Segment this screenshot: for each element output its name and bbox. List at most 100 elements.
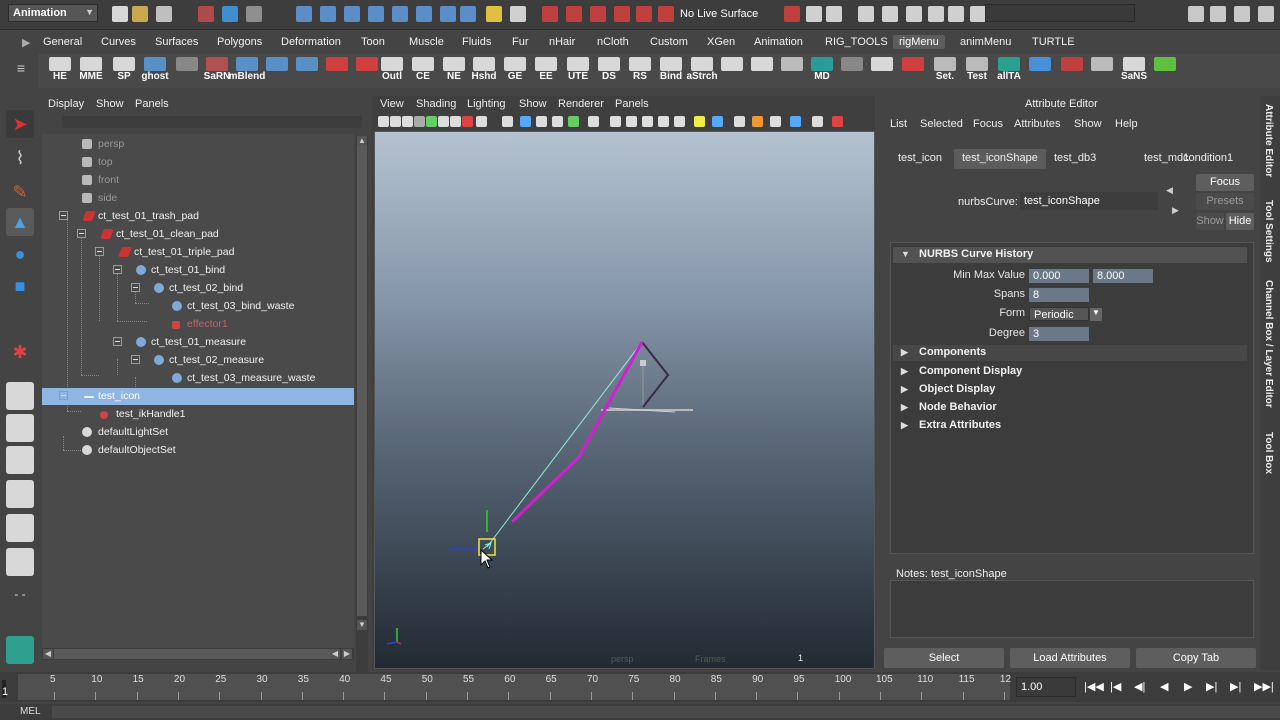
shelf-tab-polygons[interactable]: Polygons bbox=[217, 36, 262, 48]
section-nurbs-curve-history[interactable]: ▼ NURBS Curve History bbox=[893, 247, 1247, 263]
select-component-icon[interactable] bbox=[246, 6, 262, 22]
input-line-icon[interactable] bbox=[970, 6, 986, 22]
degree-field[interactable]: 3 bbox=[1029, 327, 1089, 341]
play-backwards-icon[interactable]: ◀ bbox=[1160, 680, 1168, 693]
viewport-toolbar-icon[interactable] bbox=[568, 116, 579, 127]
hide-button[interactable]: Hide bbox=[1226, 213, 1254, 230]
ae-menu-show[interactable]: Show bbox=[1074, 118, 1102, 130]
render-icon[interactable] bbox=[440, 6, 456, 22]
shelf-button-mblend[interactable]: mBlend bbox=[229, 56, 265, 86]
show-button[interactable]: Show bbox=[1196, 213, 1224, 230]
viewport-toolbar-icon[interactable] bbox=[642, 116, 653, 127]
shelf-button-outl[interactable]: Outl bbox=[378, 56, 406, 86]
shelf-tab-curves[interactable]: Curves bbox=[101, 36, 136, 48]
shelf-menu-icon[interactable]: ≡ bbox=[10, 60, 32, 82]
save-scene-icon[interactable] bbox=[156, 6, 172, 22]
shelf-tab-xgen[interactable]: XGen bbox=[707, 36, 735, 48]
select-hierarchy-icon[interactable] bbox=[198, 6, 214, 22]
render-settings-icon[interactable] bbox=[858, 6, 874, 22]
shelf-button-he[interactable]: HE bbox=[46, 56, 74, 86]
layout-icon[interactable] bbox=[1188, 6, 1204, 22]
viewport-toolbar-icon[interactable] bbox=[438, 116, 449, 127]
shelf-button-icon[interactable] bbox=[1058, 56, 1086, 86]
camera-icon[interactable] bbox=[510, 6, 526, 22]
layout-single-icon[interactable] bbox=[1210, 6, 1226, 22]
layout-more-icon[interactable]: - - bbox=[6, 580, 34, 608]
layout-four-pane-icon[interactable] bbox=[6, 414, 34, 442]
side-tab-tool-box[interactable]: Tool Box bbox=[1263, 432, 1274, 474]
rotate-tool-icon[interactable]: ● bbox=[6, 240, 34, 268]
shelf-button-icon[interactable] bbox=[263, 56, 291, 86]
layout-outliner-icon[interactable] bbox=[6, 446, 34, 474]
viewport-toolbar-icon[interactable] bbox=[462, 116, 473, 127]
new-scene-icon[interactable] bbox=[112, 6, 128, 22]
render-view-icon[interactable] bbox=[784, 6, 800, 22]
time-slider-track[interactable]: 5 10 15 20 25 30 35 40 45 50 55 60 65 70 75 80 85 90 95 100… bbox=[18, 674, 1011, 700]
shelf-button-test[interactable]: Test bbox=[963, 56, 991, 86]
section-component-display[interactable]: ▶ Component Display bbox=[893, 364, 1247, 380]
shelf-button-icon[interactable] bbox=[293, 56, 321, 86]
outliner-filter-field[interactable] bbox=[62, 116, 362, 128]
history-icon[interactable] bbox=[392, 6, 408, 22]
scrollbar-thumb[interactable] bbox=[357, 146, 367, 616]
shelf-button-icon[interactable] bbox=[718, 56, 746, 86]
channel-box-toggle-icon[interactable] bbox=[928, 6, 944, 22]
nurbs-curve-name-field[interactable]: test_iconShape bbox=[1020, 192, 1158, 210]
scroll-down-icon[interactable]: ▼ bbox=[357, 620, 367, 630]
go-to-start-icon[interactable]: |◀◀ bbox=[1084, 680, 1104, 693]
list-item[interactable]: ct_test_03_measure_waste bbox=[42, 370, 354, 387]
list-item[interactable]: ct_test_02_measure bbox=[42, 352, 354, 369]
shelf-button-sp[interactable]: SP bbox=[110, 56, 138, 86]
shelf-button-sans[interactable]: SaNS bbox=[1120, 56, 1148, 86]
outliner-menu-show[interactable]: Show bbox=[96, 98, 124, 110]
viewport-toolbar-icon[interactable] bbox=[536, 116, 547, 127]
shelf-button-rs[interactable]: RS bbox=[626, 56, 654, 86]
shelf-tab-surfaces[interactable]: Surfaces bbox=[155, 36, 198, 48]
notes-field[interactable] bbox=[890, 580, 1254, 638]
form-dropdown[interactable]: Periodic ▼ bbox=[1029, 307, 1102, 321]
list-item[interactable]: ct_test_01_measure bbox=[42, 334, 354, 351]
scroll-left-icon[interactable]: ◀ bbox=[43, 649, 53, 659]
shelf-button-icon[interactable] bbox=[748, 56, 776, 86]
list-item[interactable]: persp bbox=[42, 136, 354, 153]
shelf-button-ge[interactable]: GE bbox=[501, 56, 529, 86]
viewport-menu-view[interactable]: View bbox=[380, 98, 404, 110]
viewport-toolbar-icon[interactable] bbox=[712, 116, 723, 127]
shelf-tab-toon[interactable]: Toon bbox=[361, 36, 385, 48]
shelf-button-icon[interactable] bbox=[868, 56, 896, 86]
shelf-button-hshd[interactable]: Hshd bbox=[470, 56, 498, 86]
viewport-toolbar-icon[interactable] bbox=[626, 116, 637, 127]
viewport-toolbar-icon[interactable] bbox=[610, 116, 621, 127]
collapse-icon[interactable] bbox=[131, 283, 140, 292]
list-item[interactable]: effector1 bbox=[42, 316, 354, 333]
shelf-button-icon[interactable] bbox=[1026, 56, 1054, 86]
shelf-button-ghost[interactable]: ghost bbox=[141, 56, 169, 86]
collapse-icon[interactable] bbox=[59, 211, 68, 220]
viewport-toolbar-icon[interactable] bbox=[414, 116, 425, 127]
custom-tool-icon[interactable] bbox=[6, 636, 34, 664]
viewport-toolbar-icon[interactable] bbox=[812, 116, 823, 127]
step-back-key-icon[interactable]: |◀ bbox=[1110, 680, 1121, 693]
go-to-end-icon[interactable]: ▶▶| bbox=[1254, 680, 1274, 693]
ae-menu-focus[interactable]: Focus bbox=[973, 118, 1003, 130]
shelf-tab-rig-tools[interactable]: RIG_TOOLS bbox=[825, 36, 888, 48]
shelf-button-mme[interactable]: MME bbox=[77, 56, 105, 86]
copy-tab-button[interactable]: Copy Tab bbox=[1136, 648, 1256, 668]
sidebar-toggle-icon[interactable] bbox=[906, 6, 922, 22]
shelf-button-icon[interactable] bbox=[838, 56, 866, 86]
step-forward-key-icon[interactable]: ▶| bbox=[1230, 680, 1241, 693]
viewport-menu-show[interactable]: Show bbox=[519, 98, 547, 110]
shelf-button-set[interactable]: Set. bbox=[931, 56, 959, 86]
tab-test-icon[interactable]: test_icon bbox=[890, 149, 950, 169]
viewport-toolbar-icon[interactable] bbox=[588, 116, 599, 127]
layout-single-pane-icon[interactable] bbox=[6, 382, 34, 410]
viewport-toolbar-icon[interactable] bbox=[476, 116, 487, 127]
shelf-tab-animation[interactable]: Animation bbox=[754, 36, 803, 48]
scroll-up-icon[interactable]: ▲ bbox=[357, 136, 367, 146]
shelf-button-ee[interactable]: EE bbox=[532, 56, 560, 86]
snap-plane-icon[interactable] bbox=[368, 6, 384, 22]
scrollbar-thumb[interactable] bbox=[54, 649, 330, 659]
outliner-list[interactable]: persp top front side ct_test_01_trash_pa… bbox=[42, 134, 354, 654]
construction-icon[interactable] bbox=[416, 6, 432, 22]
scroll-right-icon[interactable]: ▶ bbox=[342, 649, 352, 659]
